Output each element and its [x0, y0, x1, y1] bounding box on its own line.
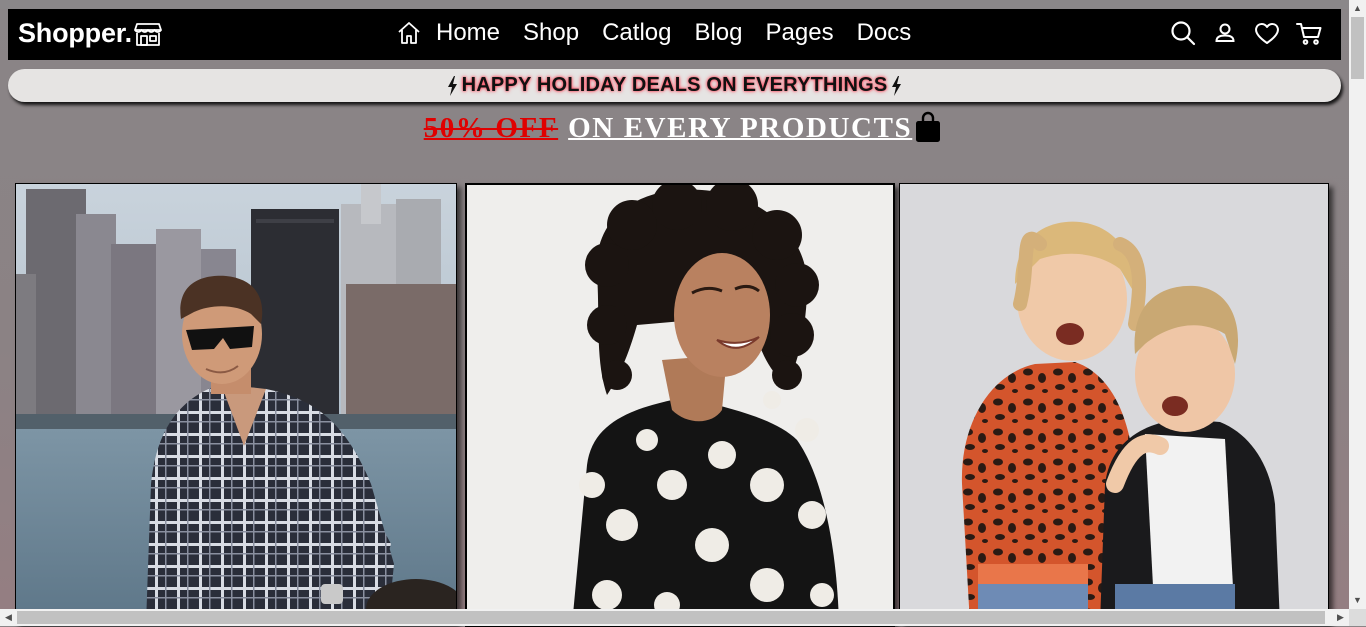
horizontal-scroll-thumb[interactable]: [17, 611, 1325, 624]
brand-logo[interactable]: Shopper.: [18, 18, 163, 49]
vertical-scroll-thumb[interactable]: [1351, 17, 1364, 79]
scroll-down-icon[interactable]: ▼: [1349, 592, 1366, 609]
man-photo: [16, 184, 456, 624]
navbar: Shopper. Home Shop Catlog Blog Pages Doc…: [8, 9, 1341, 60]
storefront-icon: [134, 22, 162, 46]
scroll-up-icon[interactable]: ▲: [1349, 0, 1366, 17]
nav-link-catlog[interactable]: Catlog: [602, 19, 671, 47]
brand-name: Shopper.: [18, 18, 132, 48]
search-icon[interactable]: [1169, 19, 1197, 47]
user-icon[interactable]: [1211, 19, 1239, 47]
lightning-icon: [892, 75, 902, 96]
discount-text: 50% OFF: [423, 112, 559, 144]
product-card-women[interactable]: [465, 183, 895, 627]
headline-text: ON EVERY PRODUCTS: [568, 112, 913, 144]
cart-icon[interactable]: [1295, 19, 1323, 47]
nav-link-shop[interactable]: Shop: [523, 19, 579, 47]
promo-text: HAPPY HOLIDAY DEALS ON EVERYTHINGS: [461, 74, 888, 96]
scroll-left-icon[interactable]: ◀: [0, 609, 17, 626]
nav-link-docs[interactable]: Docs: [857, 19, 912, 47]
scroll-right-icon[interactable]: ▶: [1332, 609, 1349, 626]
sale-headline: 50% OFF ON EVERY PRODUCTS: [0, 111, 1366, 145]
main-nav: Home Shop Catlog Blog Pages Docs: [396, 19, 934, 47]
promo-content: HAPPY HOLIDAY DEALS ON EVERYTHINGS: [443, 74, 907, 97]
shopping-bag-icon: [916, 111, 941, 142]
nav-link-home[interactable]: Home: [436, 19, 500, 47]
kids-photo: [900, 184, 1328, 624]
product-card-men[interactable]: [15, 183, 457, 625]
woman-photo: [467, 185, 893, 625]
nav-link-blog[interactable]: Blog: [694, 19, 742, 47]
product-card-kids[interactable]: [899, 183, 1329, 625]
lightning-icon: [447, 75, 457, 96]
nav-link-pages[interactable]: Pages: [766, 19, 834, 47]
horizontal-scrollbar[interactable]: ◀ ▶: [0, 609, 1349, 626]
nav-actions: [1155, 19, 1323, 47]
heart-icon[interactable]: [1253, 19, 1281, 47]
home-icon[interactable]: [396, 20, 422, 46]
scrollbar-corner: [1349, 609, 1366, 626]
top-band: [0, 0, 1349, 9]
promo-banner: HAPPY HOLIDAY DEALS ON EVERYTHINGS: [8, 69, 1341, 102]
vertical-scrollbar[interactable]: ▲ ▼: [1349, 0, 1366, 626]
